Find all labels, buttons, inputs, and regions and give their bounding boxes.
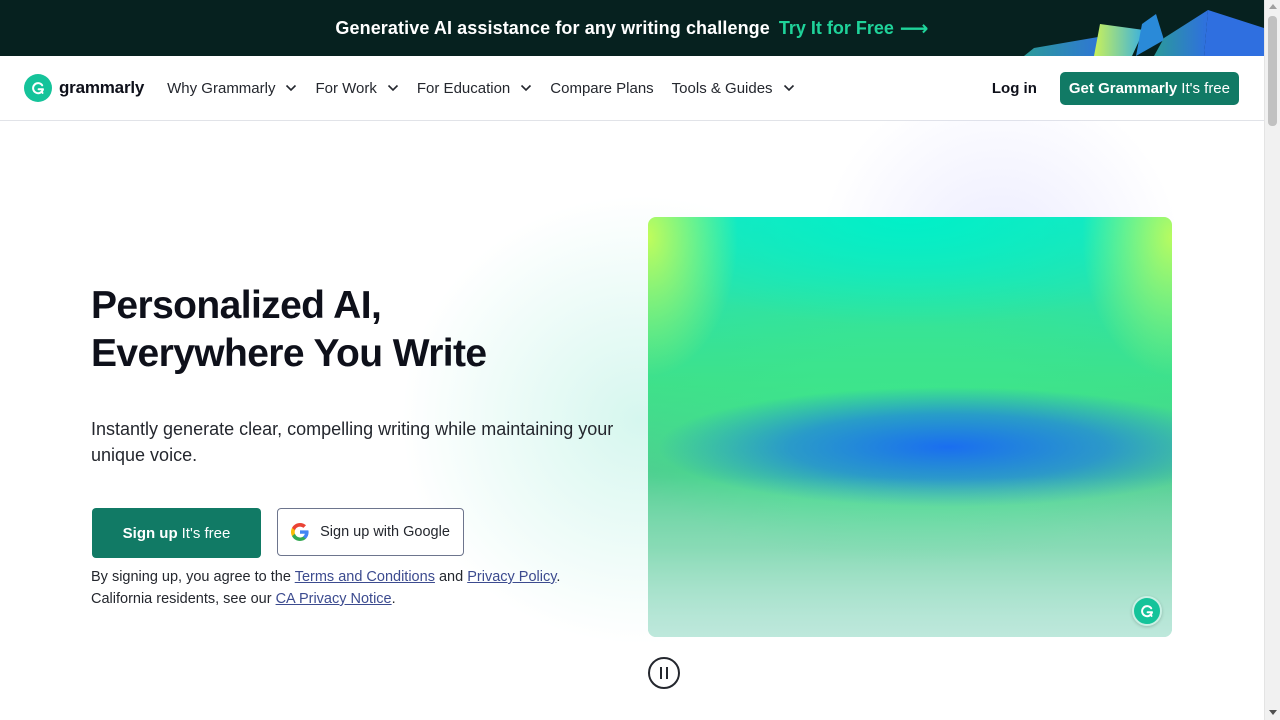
nav-item-label: Tools & Guides	[671, 79, 773, 97]
promo-cta-label: Try It for Free	[778, 17, 894, 38]
scroll-thumb[interactable]	[1268, 16, 1277, 126]
get-grammarly-bold: Get Grammarly	[1068, 79, 1178, 97]
legal-line2-prefix: California residents, see our	[91, 591, 272, 607]
get-grammarly-rest: It's free	[1181, 79, 1230, 97]
chevron-down-icon	[285, 84, 297, 92]
nav-item-label: Compare Plans	[550, 79, 654, 97]
nav-item-label: Why Grammarly	[167, 79, 276, 97]
legal-prefix: By signing up, you agree to the	[91, 569, 291, 585]
arrow-right-icon: ⟶	[899, 17, 929, 40]
promo-cta-link[interactable]: Try It for Free ⟶	[779, 16, 929, 41]
ca-privacy-notice-link[interactable]: CA Privacy Notice	[276, 591, 392, 607]
nav-item-tools-guides[interactable]: Tools & Guides	[672, 80, 795, 97]
page-scrollbar[interactable]	[1264, 0, 1280, 720]
legal-end: .	[391, 591, 396, 607]
pause-icon	[666, 667, 668, 679]
legal-notice: By signing up, you agree to the Terms an…	[91, 566, 611, 610]
promo-banner: Generative AI assistance for any writing…	[0, 0, 1264, 56]
chevron-down-icon	[387, 84, 399, 92]
pause-button[interactable]	[648, 657, 680, 689]
nav-menu: Why Grammarly For Work For Education Com…	[158, 80, 803, 97]
headline-line-1: Personalized AI,	[91, 284, 382, 327]
hero-subtext: Instantly generate clear, compelling wri…	[91, 419, 614, 465]
google-signup-label: Sign up with Google	[320, 524, 450, 540]
legal-and: and	[438, 569, 464, 585]
privacy-policy-link[interactable]: Privacy Policy	[467, 569, 556, 585]
main-nav: grammarly Why Grammarly For Work For Edu…	[0, 56, 1264, 121]
grammarly-g-icon[interactable]	[1132, 596, 1162, 626]
get-grammarly-button[interactable]: Get Grammarly It's free	[1059, 71, 1239, 105]
promo-decoration	[1024, 10, 1264, 56]
grammarly-g-icon	[24, 74, 52, 102]
nav-item-label: For Work	[315, 79, 377, 97]
login-link[interactable]: Log in	[992, 80, 1037, 97]
chevron-down-icon	[520, 84, 532, 92]
signup-button[interactable]: Sign up It's free	[92, 508, 261, 558]
signup-rest: It's free	[181, 524, 231, 542]
grammarly-logo-link[interactable]: grammarly	[24, 74, 144, 102]
nav-item-for-education[interactable]: For Education	[417, 80, 532, 97]
hero-video-card	[648, 217, 1172, 637]
google-g-icon	[291, 523, 309, 541]
scroll-up-arrow-icon[interactable]	[1269, 4, 1277, 9]
video-gradient-shade	[648, 477, 1172, 637]
hero-headline: Personalized AI, Everywhere You Write	[91, 282, 487, 378]
pause-icon	[660, 667, 662, 679]
chevron-down-icon	[783, 84, 795, 92]
nav-item-why-grammarly[interactable]: Why Grammarly	[167, 80, 297, 97]
scroll-down-arrow-icon[interactable]	[1269, 710, 1277, 715]
nav-item-compare-plans[interactable]: Compare Plans	[550, 80, 653, 97]
logo-wordmark: grammarly	[59, 78, 145, 97]
promo-text: Generative AI assistance for any writing…	[335, 17, 770, 38]
signup-bold: Sign up	[122, 524, 178, 542]
headline-line-2: Everywhere You Write	[91, 332, 487, 375]
nav-item-label: For Education	[416, 79, 511, 97]
legal-period: .	[556, 569, 561, 585]
google-signup-button[interactable]: Sign up with Google	[277, 508, 464, 556]
nav-item-for-work[interactable]: For Work	[315, 80, 398, 97]
terms-link[interactable]: Terms and Conditions	[295, 569, 435, 585]
nav-actions: Log in Get Grammarly It's free	[992, 71, 1239, 105]
